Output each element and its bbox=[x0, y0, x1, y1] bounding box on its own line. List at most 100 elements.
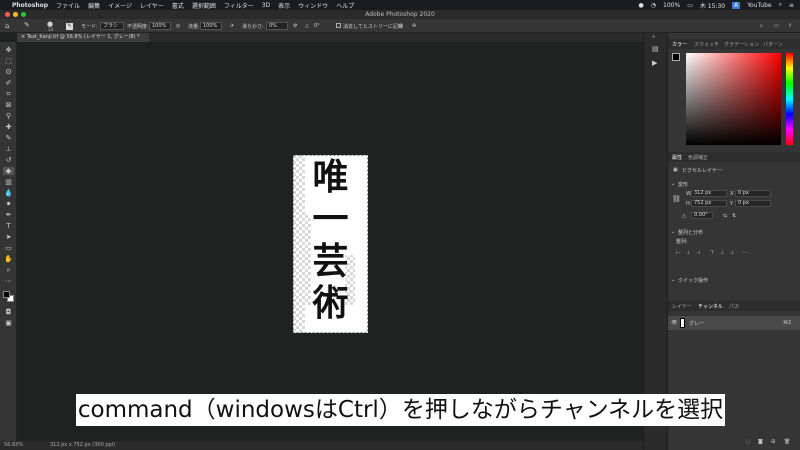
eraser-tool-preset-icon[interactable]: ✎ bbox=[24, 21, 30, 29]
healing-brush-tool-icon[interactable]: ✚ bbox=[3, 123, 14, 131]
options-search-icon[interactable]: ⌕ bbox=[760, 23, 763, 29]
zoom-window-icon[interactable] bbox=[21, 12, 26, 17]
tab-channels[interactable]: チャンネル bbox=[698, 303, 723, 310]
pen-tool-icon[interactable]: ✒ bbox=[3, 211, 14, 219]
menu-select[interactable]: 選択範囲 bbox=[192, 1, 216, 10]
type-tool-icon[interactable]: T bbox=[3, 222, 14, 230]
minimize-window-icon[interactable] bbox=[13, 12, 18, 17]
flip-horizontal-icon[interactable]: ⇆ bbox=[723, 213, 727, 219]
angle-value[interactable]: 0° bbox=[314, 23, 320, 29]
align-left-icon[interactable]: ⊢ bbox=[676, 250, 680, 256]
height-input[interactable]: 752 px bbox=[691, 200, 727, 207]
smoothing-input[interactable]: 0% bbox=[266, 22, 288, 30]
youtube-label[interactable]: YouTube bbox=[747, 2, 771, 9]
close-window-icon[interactable] bbox=[5, 12, 10, 17]
save-selection-channel-icon[interactable]: ◙ bbox=[758, 439, 763, 445]
document-canvas[interactable]: 唯 一 芸 術 bbox=[293, 155, 368, 333]
quick-actions-chevron-icon[interactable]: ⌄ bbox=[671, 277, 675, 283]
eyedropper-tool-icon[interactable]: ⚲ bbox=[3, 112, 14, 120]
quick-select-tool-icon[interactable]: ✐ bbox=[3, 79, 14, 87]
tab-patterns[interactable]: パターン bbox=[763, 41, 783, 48]
menu-file[interactable]: ファイル bbox=[56, 1, 80, 10]
smoothing-options-gear-icon[interactable]: ⚙ bbox=[293, 23, 297, 29]
lasso-tool-icon[interactable]: ʘ bbox=[3, 68, 14, 76]
hand-tool-icon[interactable]: ✋ bbox=[3, 255, 14, 263]
y-input[interactable]: 0 px bbox=[735, 200, 771, 207]
history-panel-icon[interactable]: ▤ bbox=[652, 45, 659, 53]
align-top-icon[interactable]: ⊤ bbox=[710, 250, 714, 256]
eraser-tool-icon[interactable]: ◆ bbox=[3, 167, 14, 175]
align-hcenter-icon[interactable]: ⊥ bbox=[686, 250, 690, 256]
align-right-icon[interactable]: ⊣ bbox=[696, 250, 700, 256]
width-input[interactable]: 312 px bbox=[691, 190, 727, 197]
frame-tool-icon[interactable]: ⊠ bbox=[3, 101, 14, 109]
channel-visibility-eye-icon[interactable]: 👁 bbox=[671, 320, 677, 326]
menu-photoshop[interactable]: Photoshop bbox=[12, 2, 48, 9]
share-icon[interactable]: ⇪ bbox=[788, 23, 792, 29]
zoom-level[interactable]: 56.83% bbox=[4, 441, 23, 450]
x-input[interactable]: 0 px bbox=[735, 190, 771, 197]
tab-swatches[interactable]: スウォッチ bbox=[694, 41, 719, 48]
gradient-tool-icon[interactable]: ▥ bbox=[3, 178, 14, 186]
airbrush-icon[interactable]: ✈ bbox=[230, 23, 234, 29]
battery-icon[interactable]: ▭ bbox=[687, 2, 693, 9]
menu-layer[interactable]: レイヤー bbox=[140, 1, 164, 10]
menu-view[interactable]: 表示 bbox=[278, 1, 290, 10]
blur-tool-icon[interactable]: 💧 bbox=[3, 189, 14, 197]
opacity-input[interactable]: 100% bbox=[149, 22, 171, 30]
rectangle-tool-icon[interactable]: ▭ bbox=[3, 244, 14, 252]
menu-filter[interactable]: フィルター bbox=[224, 1, 254, 10]
crop-tool-icon[interactable]: ⌗ bbox=[3, 90, 14, 98]
channel-row-gray[interactable]: 👁 グレー ⌘2 bbox=[668, 316, 800, 330]
pressure-size-icon[interactable]: ◎ bbox=[399, 23, 403, 29]
dodge-tool-icon[interactable]: ⚫ bbox=[3, 200, 14, 208]
symmetry-icon[interactable]: ✣ bbox=[412, 23, 416, 29]
pressure-opacity-icon[interactable]: ◎ bbox=[176, 23, 180, 29]
path-select-tool-icon[interactable]: ➤ bbox=[3, 233, 14, 241]
erase-to-history-checkbox[interactable] bbox=[336, 23, 341, 28]
workspace-icon[interactable]: ▭ bbox=[774, 23, 779, 29]
screen-mode-icon[interactable]: ▣ bbox=[3, 319, 14, 327]
creative-cloud-icon[interactable]: ● bbox=[639, 2, 644, 9]
menu-extras-icon[interactable]: ≡ bbox=[789, 2, 794, 9]
tab-gradients[interactable]: グラデーション bbox=[724, 41, 759, 48]
brush-tool-icon[interactable]: ✎ bbox=[3, 134, 14, 142]
angle-input[interactable]: 0.00° bbox=[691, 212, 713, 219]
input-source-icon[interactable]: A bbox=[732, 1, 741, 9]
clock[interactable]: 木 15:30 bbox=[700, 1, 725, 10]
flip-vertical-icon[interactable]: ⇅ bbox=[732, 213, 736, 219]
load-channel-selection-icon[interactable]: ◌ bbox=[746, 439, 750, 445]
zoom-tool-icon[interactable]: ⌕ bbox=[3, 266, 14, 274]
foreground-background-color-icon[interactable] bbox=[3, 290, 14, 304]
more-tools-icon[interactable]: ⋯ bbox=[3, 277, 14, 285]
tab-adjustments[interactable]: 色調補正 bbox=[688, 154, 708, 161]
document-info[interactable]: 312 px x 752 px (300 ppi) bbox=[50, 441, 115, 450]
document-tab[interactable]: × Text_Kanji.tif @ 56.8% (レイヤー 1, グレー/8)… bbox=[17, 33, 149, 42]
marquee-tool-icon[interactable]: ⬚ bbox=[3, 57, 14, 65]
tab-paths[interactable]: パス bbox=[729, 303, 739, 310]
flow-input[interactable]: 100% bbox=[200, 22, 222, 30]
battery-percent[interactable]: 100% bbox=[663, 2, 680, 9]
brush-size[interactable]: 13 bbox=[48, 27, 53, 32]
actions-panel-icon[interactable]: ▶ bbox=[652, 59, 657, 67]
transform-section-chevron-icon[interactable]: ⌄ bbox=[671, 181, 675, 187]
align-vcenter-icon[interactable]: ⊥ bbox=[720, 250, 724, 256]
new-channel-icon[interactable]: ⊞ bbox=[771, 439, 775, 445]
clone-stamp-tool-icon[interactable]: ⊥ bbox=[3, 145, 14, 153]
menu-help[interactable]: ヘルプ bbox=[336, 1, 354, 10]
wifi-icon[interactable]: ◔ bbox=[651, 2, 656, 9]
tab-color[interactable]: カラー bbox=[672, 41, 687, 48]
mode-select[interactable]: ブラシ bbox=[100, 22, 124, 30]
align-section-chevron-icon[interactable]: ⌄ bbox=[671, 229, 675, 235]
move-tool-icon[interactable]: ✥ bbox=[3, 46, 14, 54]
panel-collapse-icon[interactable]: » bbox=[652, 34, 655, 40]
brush-settings-icon[interactable]: ✎ bbox=[66, 23, 73, 30]
menu-image[interactable]: イメージ bbox=[108, 1, 132, 10]
distribute-options-icon[interactable]: ⋯ bbox=[743, 250, 748, 256]
link-proportions-icon[interactable]: ⛓ bbox=[672, 195, 681, 203]
menu-window[interactable]: ウィンドウ bbox=[298, 1, 328, 10]
menu-edit[interactable]: 編集 bbox=[88, 1, 100, 10]
quick-mask-icon[interactable]: ◘ bbox=[3, 308, 14, 316]
align-bottom-icon[interactable]: ⊥ bbox=[730, 250, 734, 256]
menu-3d[interactable]: 3D bbox=[262, 2, 270, 9]
